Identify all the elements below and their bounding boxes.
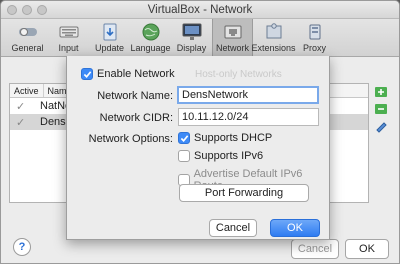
update-icon [99,22,121,42]
network-name-label: Network Name: [97,90,173,102]
tab-language[interactable]: Language [130,19,171,57]
tab-input-label: Input [58,43,79,53]
help-button[interactable]: ? [13,238,31,256]
tab-proxy-label: Proxy [302,43,326,53]
ipv6-checkbox[interactable] [178,150,190,162]
dhcp-row[interactable]: Supports DHCP [178,132,272,144]
dialog-ok-button[interactable]: OK [270,219,320,237]
title-bar: VirtualBox - Network [1,1,399,19]
tab-network-label: Network [215,43,249,53]
dialog-cancel-button[interactable]: Cancel [209,219,257,237]
port-forwarding-button[interactable]: Port Forwarding [179,184,309,202]
tab-general[interactable]: General [7,19,48,57]
puzzle-icon [263,22,285,42]
network-name-field[interactable]: DensNetwork [177,86,319,104]
ok-button[interactable]: OK [345,239,389,259]
tab-extensions-label: Extensions [251,43,296,53]
network-icon [222,22,244,42]
ipv6-label: Supports IPv6 [194,150,264,162]
ghost-tab-label: Host-only Networks [195,69,282,80]
tab-display[interactable]: Display [171,19,212,57]
dhcp-label: Supports DHCP [194,132,273,144]
window-title: VirtualBox - Network [147,4,253,16]
tab-display-label: Display [176,43,207,53]
proxy-icon [304,22,326,42]
remove-network-icon[interactable] [374,102,388,116]
active-checkbox[interactable]: ✓ [10,100,40,113]
dhcp-checkbox[interactable] [178,132,190,144]
enable-network-checkbox[interactable] [81,68,93,80]
list-actions [374,85,388,133]
add-network-icon[interactable] [374,85,388,99]
edit-network-icon[interactable] [374,119,388,133]
tab-language-label: Language [130,43,171,53]
network-details-dialog: Host-only Networks Enable Network Networ… [66,56,330,240]
keyboard-icon [58,22,80,42]
tab-extensions[interactable]: Extensions [251,19,296,57]
tab-update[interactable]: Update [89,19,130,57]
enable-network-label: Enable Network [97,68,175,80]
tab-network[interactable]: Network [212,19,253,57]
switch-icon [17,22,39,42]
cancel-button[interactable]: Cancel [291,239,339,259]
tab-general-label: General [11,43,44,53]
column-active[interactable]: Active [10,84,44,97]
network-cidr-label: Network CIDR: [99,112,173,124]
monitor-icon [181,22,203,42]
globe-icon [140,22,162,42]
network-options-label: Network Options: [88,133,173,145]
tab-input[interactable]: Input [48,19,89,57]
tab-proxy[interactable]: Proxy [294,19,335,57]
ipv6-row[interactable]: Supports IPv6 [178,150,263,162]
tab-update-label: Update [94,43,125,53]
active-checkbox[interactable]: ✓ [10,116,40,129]
toolbar: General Input Update Language Display Ne… [1,19,399,57]
enable-network-row[interactable]: Enable Network [81,68,175,80]
network-cidr-field[interactable]: 10.11.12.0/24 [178,108,319,126]
